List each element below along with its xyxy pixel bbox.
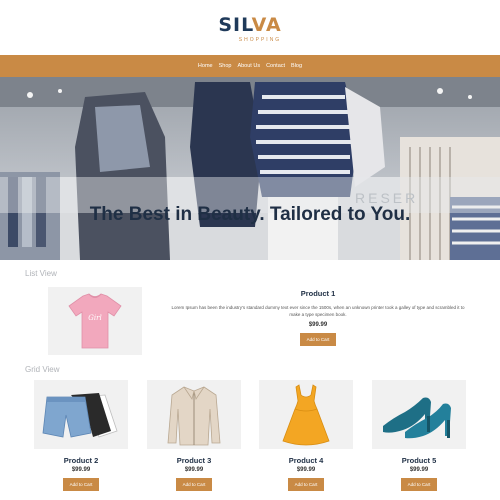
nav-item-contact[interactable]: Contact (266, 63, 285, 69)
hero-banner: RESER The Best in Beauty. Tailored to Yo… (0, 77, 500, 260)
product-title[interactable]: Product 2 (34, 456, 128, 465)
add-to-cart-button[interactable]: Add to Cart (62, 478, 100, 491)
product-1-image[interactable]: Girl (48, 287, 142, 355)
list-view-heading: List View (25, 269, 57, 278)
logo-main-text: SIL (218, 14, 252, 36)
product-2-image[interactable] (34, 380, 128, 449)
yellow-dress-icon (282, 383, 330, 445)
product-title[interactable]: Product 5 (372, 456, 466, 465)
product-price: $99.99 (308, 322, 328, 328)
grid-card-product-5: Product 5 $99.99 Add to Cart (372, 380, 466, 491)
nav-item-blog[interactable]: Blog (291, 63, 302, 69)
product-price: $99.99 (296, 467, 316, 473)
main-nav: Home Shop About Us Contact Blog (0, 55, 500, 77)
nav-item-home[interactable]: Home (198, 63, 213, 69)
grid-card-product-2: Product 2 $99.99 Add to Cart (34, 380, 128, 491)
product-title[interactable]: Product 4 (259, 456, 353, 465)
hero-image: RESER (0, 77, 500, 260)
product-4-image[interactable] (259, 380, 353, 449)
site-header: SILVA SHOPPING (0, 0, 500, 55)
nav-item-about-us[interactable]: About Us (237, 63, 260, 69)
product-1-details: Product 1 Lorem Ipsum has been the indus… (168, 289, 468, 346)
product-price: $99.99 (184, 467, 204, 473)
pink-tshirt-icon: Girl (68, 293, 122, 349)
site-logo[interactable]: SILVA SHOPPING (0, 14, 500, 43)
logo-accent-text: VA (251, 14, 282, 36)
hero-title: The Best in Beauty. Tailored to You. (89, 204, 411, 225)
add-to-cart-button[interactable]: Add to Cart (299, 333, 337, 346)
svg-text:Girl: Girl (88, 314, 101, 322)
add-to-cart-button[interactable]: Add to Cart (175, 478, 213, 491)
grid-card-product-3: Product 3 $99.99 Add to Cart (147, 380, 241, 491)
product-5-image[interactable] (372, 380, 466, 449)
add-to-cart-button[interactable]: Add to Cart (400, 478, 438, 491)
beige-jacket-icon (167, 386, 221, 445)
product-3-image[interactable] (147, 380, 241, 449)
nav-item-shop[interactable]: Shop (219, 63, 232, 69)
grid-card-product-4: Product 4 $99.99 Add to Cart (259, 380, 353, 491)
product-title[interactable]: Product 3 (147, 456, 241, 465)
product-price: $99.99 (409, 467, 429, 473)
product-price: $99.99 (71, 467, 91, 473)
teal-heels-icon (383, 397, 451, 438)
grid-view-heading: Grid View (25, 365, 60, 374)
denim-shorts-icon (42, 392, 118, 438)
logo-subtitle: SHOPPING (238, 37, 282, 43)
product-title[interactable]: Product 1 (168, 289, 468, 298)
add-to-cart-button[interactable]: Add to Cart (287, 478, 325, 491)
product-description: Lorem Ipsum has been the industry's stan… (171, 305, 465, 317)
